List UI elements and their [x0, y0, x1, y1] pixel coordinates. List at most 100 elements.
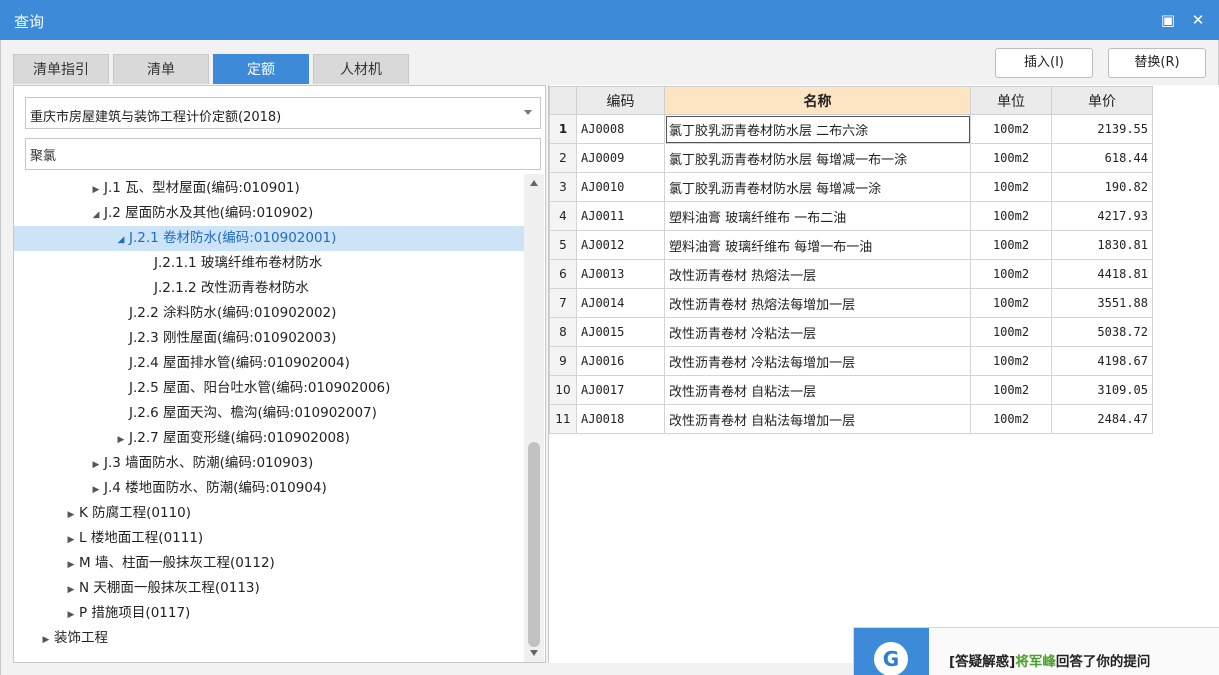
tree-item[interactable]: J.2.2 涂料防水(编码:010902002) — [14, 301, 524, 326]
maximize-icon[interactable]: ▣ — [1157, 9, 1179, 31]
collapsed-arrow-icon[interactable]: ▶ — [63, 528, 79, 553]
cell-code[interactable]: AJ0010 — [576, 172, 665, 202]
column-header-unit[interactable]: 单位 — [970, 86, 1052, 115]
collapsed-arrow-icon[interactable]: ▶ — [113, 428, 129, 453]
table-row[interactable]: 1 AJ0008 氯丁胶乳沥青卷材防水层 二布六涂 100m2 2139.55 — [549, 114, 1153, 144]
scroll-up-icon[interactable] — [530, 180, 538, 186]
table-row[interactable]: 7 AJ0014 改性沥青卷材 热熔法每增加一层 100m2 3551.88 — [549, 288, 1153, 318]
tree-item[interactable]: J.2.4 屋面排水管(编码:010902004) — [14, 351, 524, 376]
tree-item[interactable]: ▶ M 墙、柱面一般抹灰工程(0112) — [14, 551, 524, 576]
cell-price[interactable]: 2139.55 — [1051, 114, 1153, 144]
tree-item[interactable]: J.2.1.1 玻璃纤维布卷材防水 — [14, 251, 524, 276]
table-row[interactable]: 2 AJ0009 氯丁胶乳沥青卷材防水层 每增减一布一涂 100m2 618.44 — [549, 143, 1153, 173]
expanded-arrow-icon[interactable]: ◢ — [113, 228, 129, 253]
cell-price[interactable]: 3551.88 — [1051, 288, 1153, 318]
cell-code[interactable]: AJ0014 — [576, 288, 665, 318]
table-row[interactable]: 6 AJ0013 改性沥青卷材 热熔法一层 100m2 4418.81 — [549, 259, 1153, 289]
tab-bill-guide[interactable]: 清单指引 — [13, 54, 109, 84]
tree-item[interactable]: ▶ N 天棚面一般抹灰工程(0113) — [14, 576, 524, 601]
tree-item[interactable]: J.2.1.2 改性沥青卷材防水 — [14, 276, 524, 301]
tab-bill[interactable]: 清单 — [113, 54, 209, 84]
close-icon[interactable]: ✕ — [1187, 9, 1209, 31]
tree-item[interactable]: ◢ J.2.1 卷材防水(编码:010902001) — [14, 226, 524, 251]
cell-code[interactable]: AJ0013 — [576, 259, 665, 289]
scroll-down-icon[interactable] — [530, 650, 538, 656]
tree-item[interactable]: ▶ J.4 楼地面防水、防潮(编码:010904) — [14, 476, 524, 501]
cell-unit[interactable]: 100m2 — [970, 201, 1052, 231]
row-number[interactable]: 10 — [549, 375, 577, 405]
collapsed-arrow-icon[interactable]: ▶ — [63, 503, 79, 528]
cell-name[interactable]: 改性沥青卷材 自粘法一层 — [664, 375, 971, 405]
cell-price[interactable]: 618.44 — [1051, 143, 1153, 173]
table-row[interactable]: 11 AJ0018 改性沥青卷材 自粘法每增加一层 100m2 2484.47 — [549, 404, 1153, 434]
tree-item[interactable]: ▶ L 楼地面工程(0111) — [14, 526, 524, 551]
cell-name[interactable]: 改性沥青卷材 冷粘法一层 — [664, 317, 971, 347]
cell-name[interactable]: 氯丁胶乳沥青卷材防水层 二布六涂 — [664, 114, 971, 144]
cell-unit[interactable]: 100m2 — [970, 259, 1052, 289]
cell-price[interactable]: 1830.81 — [1051, 230, 1153, 260]
tree-item[interactable]: J.2.5 屋面、阳台吐水管(编码:010902006) — [14, 376, 524, 401]
collapsed-arrow-icon[interactable]: ▶ — [88, 453, 104, 478]
search-input[interactable] — [25, 138, 541, 170]
cell-price[interactable]: 4217.93 — [1051, 201, 1153, 231]
cell-name[interactable]: 塑料油膏 玻璃纤维布 一布二油 — [664, 201, 971, 231]
tree-item[interactable]: J.2.3 刚性屋面(编码:010902003) — [14, 326, 524, 351]
cell-name[interactable]: 改性沥青卷材 热熔法一层 — [664, 259, 971, 289]
tree-item[interactable]: ▶ K 防腐工程(0110) — [14, 501, 524, 526]
table-row[interactable]: 10 AJ0017 改性沥青卷材 自粘法一层 100m2 3109.05 — [549, 375, 1153, 405]
cell-price[interactable]: 2484.47 — [1051, 404, 1153, 434]
cell-unit[interactable]: 100m2 — [970, 317, 1052, 347]
insert-button[interactable]: 插入(I) — [995, 48, 1093, 78]
collapsed-arrow-icon[interactable]: ▶ — [63, 553, 79, 578]
tree-item[interactable]: ▶ P 措施项目(0117) — [14, 601, 524, 626]
table-row[interactable]: 9 AJ0016 改性沥青卷材 冷粘法每增加一层 100m2 4198.67 — [549, 346, 1153, 376]
row-number[interactable]: 3 — [549, 172, 577, 202]
row-number[interactable]: 7 — [549, 288, 577, 318]
row-number[interactable]: 9 — [549, 346, 577, 376]
expanded-arrow-icon[interactable]: ◢ — [88, 203, 104, 228]
cell-unit[interactable]: 100m2 — [970, 143, 1052, 173]
row-number[interactable]: 5 — [549, 230, 577, 260]
tree-item[interactable]: ▶ J.3 墙面防水、防潮(编码:010903) — [14, 451, 524, 476]
cell-unit[interactable]: 100m2 — [970, 375, 1052, 405]
row-number[interactable]: 11 — [549, 404, 577, 434]
cell-unit[interactable]: 100m2 — [970, 172, 1052, 202]
cell-code[interactable]: AJ0018 — [576, 404, 665, 434]
cell-price[interactable]: 5038.72 — [1051, 317, 1153, 347]
collapsed-arrow-icon[interactable]: ▶ — [63, 603, 79, 628]
cell-name[interactable]: 氯丁胶乳沥青卷材防水层 每增减一布一涂 — [664, 143, 971, 173]
scroll-thumb[interactable] — [528, 442, 540, 647]
tree-item[interactable]: ▶ 装饰工程 — [14, 626, 524, 651]
cell-code[interactable]: AJ0015 — [576, 317, 665, 347]
collapsed-arrow-icon[interactable]: ▶ — [88, 478, 104, 503]
cell-unit[interactable]: 100m2 — [970, 288, 1052, 318]
tree-item[interactable]: J.2.6 屋面天沟、檐沟(编码:010902007) — [14, 401, 524, 426]
table-row[interactable]: 3 AJ0010 氯丁胶乳沥青卷材防水层 每增减一涂 100m2 190.82 — [549, 172, 1153, 202]
cell-name[interactable]: 改性沥青卷材 热熔法每增加一层 — [664, 288, 971, 318]
tree-item[interactable]: ◢ J.2 屋面防水及其他(编码:010902) — [14, 201, 524, 226]
row-number[interactable]: 8 — [549, 317, 577, 347]
row-number[interactable]: 4 — [549, 201, 577, 231]
collapsed-arrow-icon[interactable]: ▶ — [63, 578, 79, 603]
tree-item[interactable]: ▶ J.1 瓦、型材屋面(编码:010901) — [14, 176, 524, 201]
cell-code[interactable]: AJ0016 — [576, 346, 665, 376]
row-number[interactable]: 6 — [549, 259, 577, 289]
notification-user[interactable]: 将军峰 — [1015, 654, 1056, 670]
table-row[interactable]: 4 AJ0011 塑料油膏 玻璃纤维布 一布二油 100m2 4217.93 — [549, 201, 1153, 231]
cell-price[interactable]: 4198.67 — [1051, 346, 1153, 376]
cell-unit[interactable]: 100m2 — [970, 346, 1052, 376]
notification-toast[interactable]: G [答疑解惑]将军峰回答了你的提问 — [853, 627, 1219, 675]
tree-item[interactable]: ▶ J.2.7 屋面变形缝(编码:010902008) — [14, 426, 524, 451]
cell-price[interactable]: 190.82 — [1051, 172, 1153, 202]
cell-name[interactable]: 改性沥青卷材 冷粘法每增加一层 — [664, 346, 971, 376]
cell-code[interactable]: AJ0011 — [576, 201, 665, 231]
column-header-code[interactable]: 编码 — [576, 86, 665, 115]
cell-name[interactable]: 改性沥青卷材 自粘法每增加一层 — [664, 404, 971, 434]
tab-labor-material[interactable]: 人材机 — [313, 54, 409, 84]
replace-button[interactable]: 替换(R) — [1108, 48, 1206, 78]
quota-library-select[interactable]: 重庆市房屋建筑与装饰工程计价定额(2018) — [25, 97, 541, 129]
cell-code[interactable]: AJ0012 — [576, 230, 665, 260]
column-header-name[interactable]: 名称 — [664, 86, 971, 115]
tree-scrollbar[interactable] — [524, 174, 544, 662]
collapsed-arrow-icon[interactable]: ▶ — [88, 178, 104, 203]
